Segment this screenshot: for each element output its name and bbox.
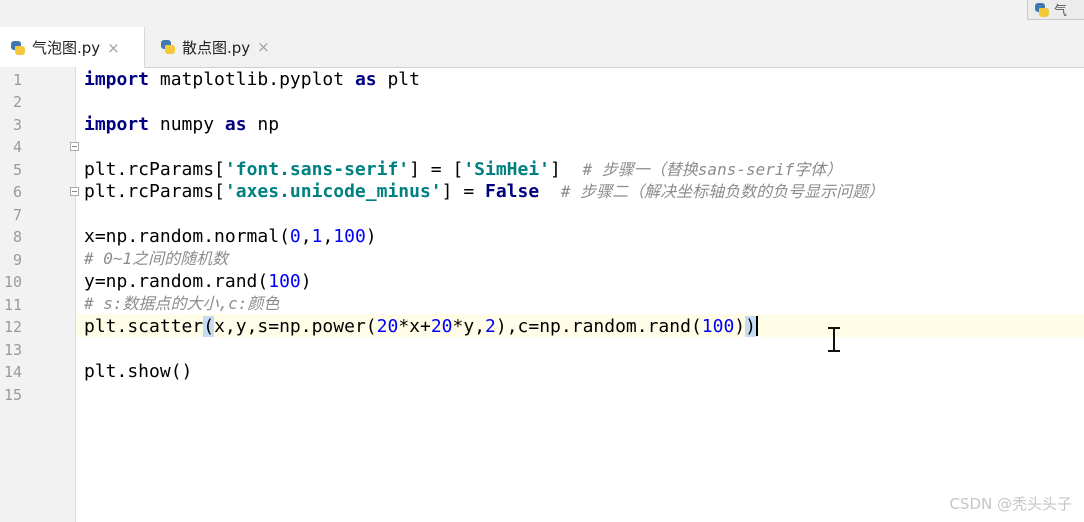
close-icon[interactable]: × — [107, 39, 120, 57]
number-literal: 0 — [289, 226, 301, 247]
code-text: ) — [365, 226, 377, 247]
line-number: 7 — [12, 206, 22, 224]
code-line-3[interactable]: import numpy as np — [84, 114, 279, 136]
fold-marker-icon[interactable] — [70, 142, 79, 151]
python-file-icon — [1034, 2, 1050, 18]
tab-label: 散点图.py — [182, 38, 251, 57]
code-line-1[interactable]: import matplotlib.pyplot as plt — [84, 69, 420, 91]
code-line-8[interactable]: x=np.random.normal(0,1,100) — [84, 226, 377, 248]
line-number: 15 — [3, 386, 22, 404]
line-number: 13 — [3, 341, 22, 359]
editor-tab-bar: 气泡图.py × 散点图.py × — [0, 27, 1084, 68]
code-text: y=np.random.rand( — [84, 271, 269, 292]
code-text: matplotlib.pyplot — [149, 69, 355, 90]
code-text: , — [300, 226, 312, 247]
line-number: 8 — [12, 228, 22, 246]
code-line-12[interactable]: plt.scatter(x,y,s=np.power(20*x+20*y,2),… — [84, 316, 758, 338]
code-text: ] = — [441, 181, 485, 202]
code-line-5[interactable]: plt.rcParams['font.sans-serif'] = ['SimH… — [84, 159, 842, 181]
line-number: 2 — [12, 93, 22, 111]
line-number: 6 — [12, 183, 22, 201]
code-comment: # s:数据点的大小,c:颜色 — [84, 294, 280, 313]
code-text: plt — [376, 69, 420, 90]
code-text: x,y,s=np.power( — [214, 316, 377, 337]
close-icon[interactable]: × — [257, 38, 270, 56]
corner-tab-label: 气 — [1054, 4, 1068, 19]
string-literal: 'font.sans-serif' — [224, 159, 410, 180]
string-literal: 'axes.unicode_minus' — [224, 181, 442, 202]
line-number: 10 — [3, 273, 22, 291]
fold-marker-icon[interactable] — [70, 187, 79, 196]
code-text: plt.show() — [84, 361, 193, 382]
number-literal: 100 — [333, 226, 366, 247]
code-comment: # 步骤二（解决坐标轴负数的负号显示问题） — [560, 182, 885, 201]
code-line-10[interactable]: y=np.random.rand(100) — [84, 271, 312, 293]
tab-label: 气泡图.py — [32, 39, 101, 57]
line-number: 11 — [3, 296, 22, 314]
python-file-icon — [10, 40, 26, 56]
code-text: *x+ — [398, 316, 431, 337]
code-text: ) — [300, 271, 312, 292]
code-line-9[interactable]: # 0~1之间的随机数 — [84, 248, 228, 270]
code-text: plt.scatter — [84, 316, 204, 337]
code-line-6[interactable]: plt.rcParams['axes.unicode_minus'] = Fal… — [84, 181, 884, 203]
code-text: , — [322, 226, 334, 247]
number-literal: 1 — [311, 226, 323, 247]
code-text: plt.rcParams[ — [84, 181, 225, 202]
code-line-11[interactable]: # s:数据点的大小,c:颜色 — [84, 293, 279, 315]
window-top-strip: 气 — [0, 0, 1084, 28]
code-comment: # 步骤一（替换sans-serif字体） — [582, 160, 843, 179]
text-caret — [755, 316, 758, 336]
code-text: numpy — [149, 114, 225, 135]
tab-bubble-chart[interactable]: 气泡图.py × — [0, 27, 145, 68]
keyword: as — [224, 114, 247, 135]
string-literal: 'SimHei' — [463, 159, 551, 180]
keyword: as — [354, 69, 377, 90]
keyword: import — [84, 69, 150, 90]
matched-paren: ) — [745, 316, 756, 337]
number-literal: 100 — [701, 316, 735, 337]
keyword: False — [485, 181, 540, 202]
tab-scatter-chart[interactable]: 散点图.py × — [150, 27, 290, 67]
code-text: ] — [550, 159, 583, 180]
code-line-14[interactable]: plt.show() — [84, 361, 192, 383]
line-number: 1 — [12, 71, 22, 89]
line-number: 4 — [12, 138, 22, 156]
line-number: 5 — [12, 161, 22, 179]
keyword: import — [84, 114, 150, 135]
code-comment: # 0~1之间的随机数 — [84, 249, 229, 268]
watermark: CSDN @秃头头子 — [949, 495, 1072, 513]
number-literal: 20 — [376, 316, 399, 337]
line-number-gutter: 1 2 3 4 5 6 7 8 9 10 11 12 13 14 15 — [0, 67, 79, 522]
number-literal: 20 — [430, 316, 453, 337]
number-literal: 100 — [268, 271, 301, 292]
line-number: 3 — [12, 116, 22, 134]
corner-tab[interactable]: 气 — [1027, 0, 1084, 20]
code-text: np — [246, 114, 280, 135]
number-literal: 2 — [485, 316, 496, 337]
code-text: ) — [734, 316, 746, 337]
line-number: 14 — [3, 363, 22, 381]
python-file-icon — [160, 39, 176, 55]
code-text: plt.rcParams[ — [84, 159, 225, 180]
code-text: ),c=np.random.rand( — [495, 316, 702, 337]
code-text: x=np.random.normal( — [84, 226, 290, 247]
line-number: 9 — [12, 251, 22, 269]
line-number: 12 — [3, 318, 22, 336]
code-text: ] = [ — [409, 159, 464, 180]
matched-paren: ( — [203, 316, 215, 337]
code-text: *y, — [452, 316, 486, 337]
